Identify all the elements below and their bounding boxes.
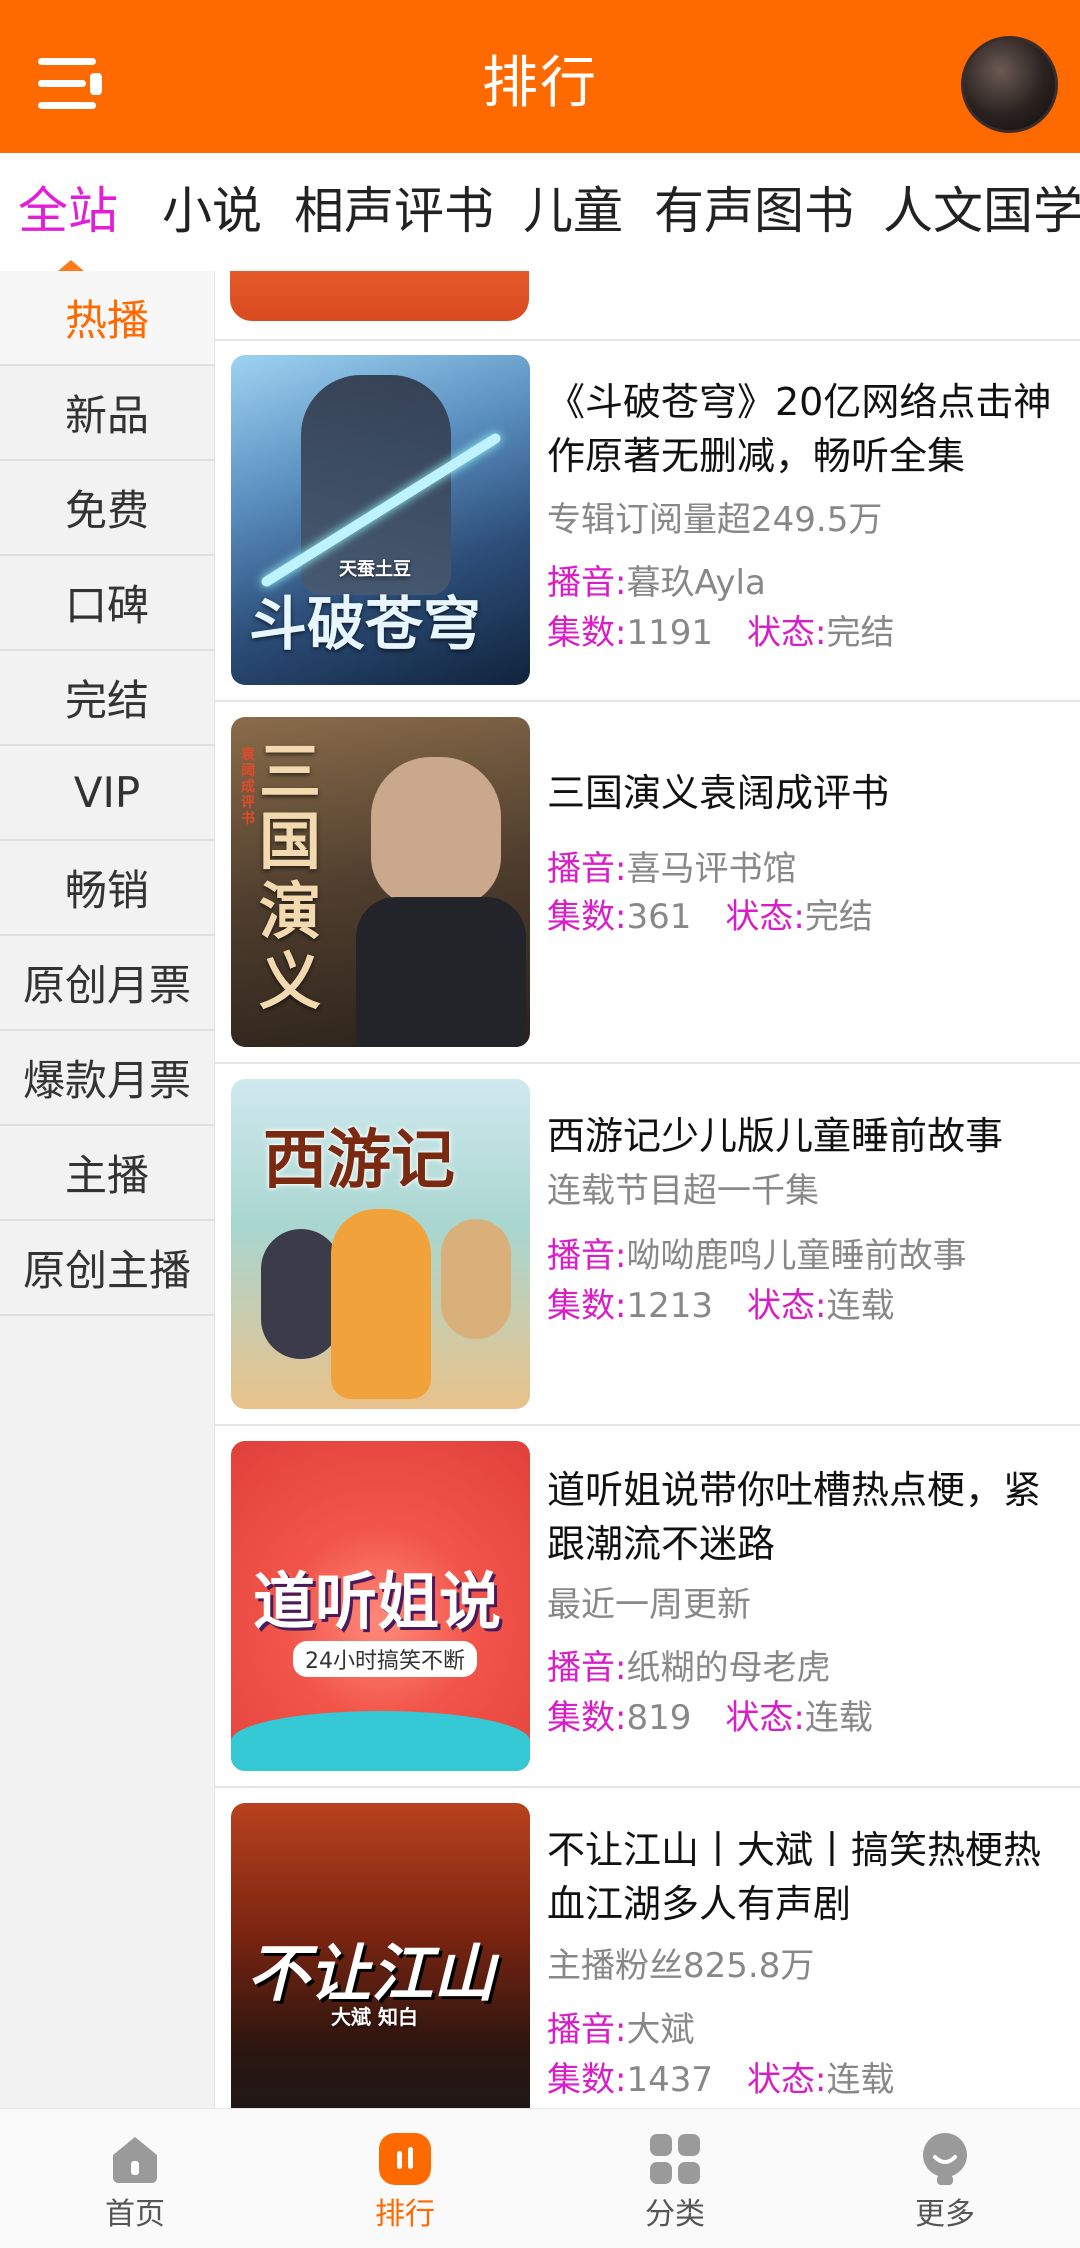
divider (215, 1424, 1080, 1426)
ranking-icon (379, 2133, 431, 2185)
ranking-list: 天蚕土豆 斗破苍穹 《斗破苍穹》20亿网络点击神作原著无删减，畅听全集 专辑订阅… (215, 271, 1080, 2108)
sidebar-item-original-anchor[interactable]: 原创主播 (0, 1221, 214, 1316)
tab-all-site[interactable]: 全站 (18, 181, 118, 241)
nav-ranking[interactable]: 排行 (270, 2109, 540, 2248)
cover-title-text: 不让江山 (247, 1937, 496, 2010)
item-anchor-row: 播音:呦呦鹿鸣儿童睡前故事 (547, 1236, 967, 1276)
sidebar-item-original-monthly[interactable]: 原创月票 (0, 936, 214, 1031)
nav-home-label: 首页 (105, 2197, 165, 2232)
list-item[interactable]: 西游记 西游记少儿版儿童睡前故事 连载节目超一千集 播音:呦呦鹿鸣儿童睡前故事 … (215, 1079, 1080, 1441)
cover-title-text: 斗破苍穹 (249, 590, 482, 658)
app-header: 排行 (0, 0, 1080, 153)
sidebar-item-free[interactable]: 免费 (0, 461, 214, 556)
cover-title-text: 道听姐说 (253, 1565, 502, 1638)
sidebar-item-vip[interactable]: VIP (0, 746, 214, 841)
divider (215, 1786, 1080, 1788)
category-grid-icon (650, 2134, 700, 2184)
item-title: 三国演义袁阔成评书 (547, 771, 890, 815)
cover-title-text: 西游记 (263, 1124, 455, 1198)
more-icon (923, 2133, 967, 2185)
item-subtitle: 专辑订阅量超249.5万 (547, 500, 883, 540)
divider (215, 1062, 1080, 1064)
divider (215, 339, 1080, 341)
cover-title-text: 三国演义 (259, 735, 322, 1018)
sidebar-item-anchor[interactable]: 主播 (0, 1126, 214, 1221)
sidebar-item-bestseller[interactable]: 畅销 (0, 841, 214, 936)
category-tabs: 全站 小说 相声评书 儿童 有声图书 人文国学 (0, 153, 1080, 271)
album-cover[interactable]: 天蚕土豆 斗破苍穹 (231, 355, 530, 685)
partial-cover-image[interactable] (230, 271, 529, 321)
item-subtitle: 最近一周更新 (547, 1585, 751, 1625)
list-item[interactable]: 天蚕土豆 斗破苍穹 《斗破苍穹》20亿网络点击神作原著无删减，畅听全集 专辑订阅… (215, 355, 1080, 717)
nav-more-label: 更多 (915, 2197, 975, 2232)
album-cover[interactable]: 道听姐说 24小时搞笑不断 (231, 1441, 530, 1771)
divider (215, 700, 1080, 702)
user-avatar[interactable] (961, 36, 1058, 133)
nav-category[interactable]: 分类 (540, 2109, 810, 2248)
cover-tagline-text: 24小时搞笑不断 (293, 1641, 477, 1677)
sidebar-item-new[interactable]: 新品 (0, 366, 214, 461)
list-item[interactable]: 三国演义 袁阔成评书 三国演义袁阔成评书 播音:喜马评书馆 集数:361 状态:完… (215, 717, 1080, 1079)
item-anchor-row: 播音:喜马评书馆 (547, 849, 797, 889)
active-tab-indicator (58, 260, 84, 271)
list-item[interactable]: 道听姐说 24小时搞笑不断 道听姐说带你吐槽热点梗，紧跟潮流不迷路 最近一周更新… (215, 1441, 1080, 1803)
album-cover[interactable]: 西游记 (231, 1079, 530, 1409)
list-item[interactable]: 不让江山 大斌 知白 不让江山丨大斌丨搞笑热梗热血江湖多人有声剧 主播粉丝825… (215, 1803, 1080, 2108)
item-title: 道听姐说带你吐槽热点梗，紧跟潮流不迷路 (547, 1468, 1042, 1566)
cover-author-text: 大斌 知白 (331, 2005, 418, 2029)
item-stats-row: 集数:1213 状态:连载 (547, 1286, 895, 1326)
page-title: 排行 (482, 51, 598, 116)
album-cover[interactable]: 不让江山 大斌 知白 (231, 1803, 530, 2108)
item-anchor-row: 播音:大斌 (547, 2010, 695, 2050)
item-subtitle: 连载节目超一千集 (547, 1171, 819, 1211)
tab-crosstalk-storytelling[interactable]: 相声评书 (294, 181, 494, 241)
sidebar-item-hot[interactable]: 热播 (0, 271, 214, 366)
tab-humanities[interactable]: 人文国学 (883, 181, 1080, 241)
nav-home[interactable]: 首页 (0, 2109, 270, 2248)
item-anchor-row: 播音:暮玖Ayla (547, 563, 766, 603)
sidebar-item-reputation[interactable]: 口碑 (0, 556, 214, 651)
item-title: 西游记少儿版儿童睡前故事 (547, 1114, 1004, 1158)
item-stats-row: 集数:1437 状态:连载 (547, 2060, 895, 2100)
item-title: 不让江山丨大斌丨搞笑热梗热血江湖多人有声剧 (547, 1828, 1042, 1926)
item-stats-row: 集数:1191 状态:完结 (547, 613, 895, 653)
sidebar-item-hit-monthly[interactable]: 爆款月票 (0, 1031, 214, 1126)
tab-children[interactable]: 儿童 (523, 181, 623, 241)
sidebar: 热播 新品 免费 口碑 完结 VIP 畅销 原创月票 爆款月票 主播 原创主播 (0, 271, 215, 2108)
bottom-nav: 首页 排行 分类 更多 (0, 2108, 1080, 2248)
item-subtitle: 主播粉丝825.8万 (547, 1946, 815, 1986)
item-title: 《斗破苍穹》20亿网络点击神作原著无删减，畅听全集 (547, 380, 1052, 478)
tab-audiobook[interactable]: 有声图书 (654, 181, 854, 241)
home-icon (113, 2137, 157, 2183)
sidebar-item-completed[interactable]: 完结 (0, 651, 214, 746)
item-stats-row: 集数:361 状态:完结 (547, 897, 873, 937)
nav-ranking-label: 排行 (375, 2197, 435, 2232)
item-anchor-row: 播音:纸糊的母老虎 (547, 1648, 831, 1688)
album-cover[interactable]: 三国演义 袁阔成评书 (231, 717, 530, 1047)
cover-author-text: 袁阔成评书 (241, 747, 255, 827)
nav-more[interactable]: 更多 (810, 2109, 1080, 2248)
item-stats-row: 集数:819 状态:连载 (547, 1698, 873, 1738)
nav-category-label: 分类 (645, 2197, 705, 2232)
tab-novel[interactable]: 小说 (162, 181, 262, 241)
